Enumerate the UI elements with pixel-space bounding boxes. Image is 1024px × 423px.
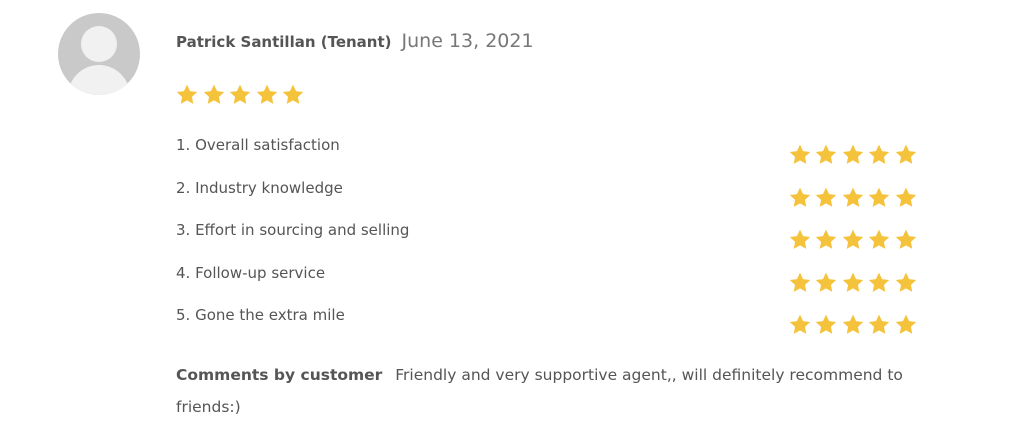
star-icon: [255, 83, 279, 107]
criteria-rating: [788, 228, 921, 252]
criteria-rating: [788, 271, 921, 295]
overall-rating: [175, 83, 308, 107]
star-icon: [814, 313, 838, 337]
criteria-label: 5. Gone the extra mile: [176, 306, 345, 325]
star-icon: [814, 271, 838, 295]
star-icon: [867, 143, 891, 167]
star-icon: [894, 228, 918, 252]
avatar-head-shape: [81, 26, 117, 62]
star-icon: [841, 228, 865, 252]
star-icon: [841, 143, 865, 167]
star-icon: [841, 313, 865, 337]
star-icon: [894, 271, 918, 295]
star-icon: [894, 143, 918, 167]
criteria-label: 4. Follow-up service: [176, 263, 326, 282]
customer-comment: Comments by customer Friendly and very s…: [176, 359, 936, 423]
criteria-row: 5. Gone the extra mile: [176, 299, 920, 342]
star-icon: [867, 271, 891, 295]
comment-label: Comments by customer: [176, 366, 383, 384]
star-icon: [841, 271, 865, 295]
criteria-row: 2. Industry knowledge: [176, 172, 920, 215]
star-icon: [202, 83, 226, 107]
criteria-row: 3. Effort in sourcing and selling: [176, 214, 920, 257]
star-icon: [867, 313, 891, 337]
criteria-row: 1. Overall satisfaction: [176, 129, 920, 172]
criteria-label: 2. Industry knowledge: [176, 178, 343, 197]
star-icon: [788, 313, 812, 337]
review-header: Patrick Santillan (Tenant) June 13, 2021: [176, 30, 534, 52]
star-icon: [814, 186, 838, 210]
reviewer-name: Patrick Santillan (Tenant): [176, 33, 392, 51]
star-icon: [788, 186, 812, 210]
reviewer-avatar: [58, 13, 140, 95]
star-icon: [788, 143, 812, 167]
star-icon: [841, 186, 865, 210]
criteria-rating: [788, 186, 921, 210]
star-icon: [228, 83, 252, 107]
star-icon: [788, 271, 812, 295]
star-icon: [788, 228, 812, 252]
star-icon: [281, 83, 305, 107]
criteria-label: 1. Overall satisfaction: [176, 136, 340, 155]
star-icon: [175, 83, 199, 107]
avatar-body-shape: [68, 65, 130, 95]
criteria-label: 3. Effort in sourcing and selling: [176, 221, 410, 240]
star-icon: [814, 143, 838, 167]
star-icon: [867, 228, 891, 252]
star-icon: [867, 186, 891, 210]
criteria-rating: [788, 143, 921, 167]
criteria-row: 4. Follow-up service: [176, 257, 920, 300]
star-icon: [894, 313, 918, 337]
review-date: June 13, 2021: [401, 30, 534, 52]
criteria-list: 1. Overall satisfaction 2. Industry knowl…: [176, 129, 920, 342]
star-icon: [814, 228, 838, 252]
criteria-rating: [788, 313, 921, 337]
star-icon: [894, 186, 918, 210]
